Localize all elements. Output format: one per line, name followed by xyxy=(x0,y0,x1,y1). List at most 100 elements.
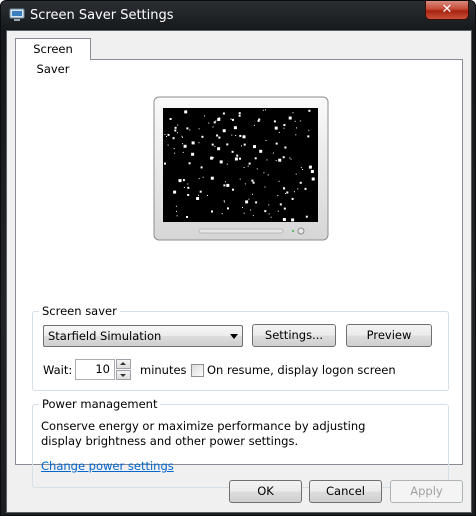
star xyxy=(272,152,274,154)
title-bar[interactable]: Screen Saver Settings ✕ xyxy=(1,1,475,31)
star xyxy=(208,122,210,124)
star xyxy=(248,162,251,165)
star xyxy=(243,212,245,214)
star xyxy=(172,137,175,140)
star xyxy=(213,121,216,124)
power-management-group: Power management Conserve energy or maxi… xyxy=(32,397,449,488)
star xyxy=(285,193,286,194)
resume-logon-label[interactable]: On resume, display logon screen xyxy=(207,363,396,377)
star xyxy=(225,181,226,183)
star xyxy=(278,180,280,182)
star xyxy=(198,128,200,130)
star xyxy=(308,109,311,112)
ok-button-label: OK xyxy=(257,484,274,498)
star xyxy=(181,135,183,137)
resume-logon-checkbox[interactable] xyxy=(191,364,204,377)
screen-saver-group-label: Screen saver xyxy=(39,304,120,318)
star xyxy=(175,205,177,207)
tab-label: Screen Saver xyxy=(33,42,73,76)
star xyxy=(210,176,214,180)
spin-up-arrow-icon[interactable] xyxy=(116,359,131,369)
screen-saver-settings-icon xyxy=(9,8,25,21)
star xyxy=(293,191,295,193)
star xyxy=(277,195,279,197)
cancel-button[interactable]: Cancel xyxy=(309,480,382,503)
star xyxy=(182,136,183,138)
star xyxy=(256,168,258,170)
star xyxy=(310,170,314,173)
star xyxy=(222,129,226,133)
star xyxy=(186,216,188,218)
star xyxy=(187,183,189,185)
star xyxy=(217,118,221,121)
star xyxy=(268,213,270,215)
star xyxy=(283,207,286,210)
star xyxy=(198,194,199,196)
star xyxy=(176,215,178,217)
close-button[interactable]: ✕ xyxy=(425,1,469,20)
wait-minutes-input[interactable]: 10 xyxy=(75,359,115,380)
star xyxy=(265,139,267,141)
star xyxy=(199,190,202,193)
star xyxy=(238,112,241,115)
star xyxy=(212,126,214,128)
tab-screen-saver[interactable]: Screen Saver xyxy=(15,38,91,76)
star xyxy=(183,187,185,188)
star xyxy=(282,218,286,221)
star xyxy=(279,203,282,206)
star xyxy=(288,116,292,120)
star xyxy=(167,144,169,146)
star xyxy=(308,129,310,131)
star xyxy=(283,124,286,126)
star xyxy=(264,210,267,213)
star xyxy=(243,167,245,168)
star xyxy=(299,181,302,184)
star xyxy=(183,144,187,148)
star xyxy=(178,179,182,183)
apply-button: Apply xyxy=(390,480,463,503)
star xyxy=(174,126,177,129)
star xyxy=(305,215,308,218)
star xyxy=(304,187,307,190)
star xyxy=(266,159,268,161)
ok-button[interactable]: OK xyxy=(229,480,302,503)
change-power-settings-link[interactable]: Change power settings xyxy=(41,459,174,473)
star xyxy=(174,152,176,154)
star xyxy=(302,169,304,170)
star xyxy=(227,207,229,210)
star xyxy=(265,109,266,111)
screen-saver-dropdown[interactable]: Starfield Simulation xyxy=(43,325,243,347)
star xyxy=(164,134,166,135)
preview-screen xyxy=(163,108,318,222)
star xyxy=(259,149,263,153)
screen-saver-tab-panel: Screen saver Starfield Simulation Settin… xyxy=(15,59,463,488)
star xyxy=(248,198,250,200)
star xyxy=(253,124,255,126)
star xyxy=(275,160,277,162)
star xyxy=(198,142,200,144)
star xyxy=(247,165,249,167)
screen-saver-group: Screen saver Starfield Simulation Settin… xyxy=(32,304,449,391)
star xyxy=(182,143,184,145)
preview-button[interactable]: Preview xyxy=(346,324,432,347)
star xyxy=(234,157,238,161)
star xyxy=(283,127,285,129)
star xyxy=(262,109,264,111)
star xyxy=(182,151,184,153)
star xyxy=(230,118,232,120)
star xyxy=(235,135,237,136)
star xyxy=(252,193,253,195)
star xyxy=(200,166,203,169)
star xyxy=(295,173,297,175)
power-button-icon xyxy=(297,227,305,235)
star xyxy=(284,146,287,149)
wait-minutes-value: 10 xyxy=(95,362,110,376)
star xyxy=(244,136,246,138)
settings-button[interactable]: Settings... xyxy=(252,324,336,347)
spin-down-arrow-icon[interactable] xyxy=(116,370,131,380)
star xyxy=(221,213,223,215)
star xyxy=(255,201,258,204)
star xyxy=(167,133,170,136)
star xyxy=(308,165,312,169)
star xyxy=(187,186,190,189)
